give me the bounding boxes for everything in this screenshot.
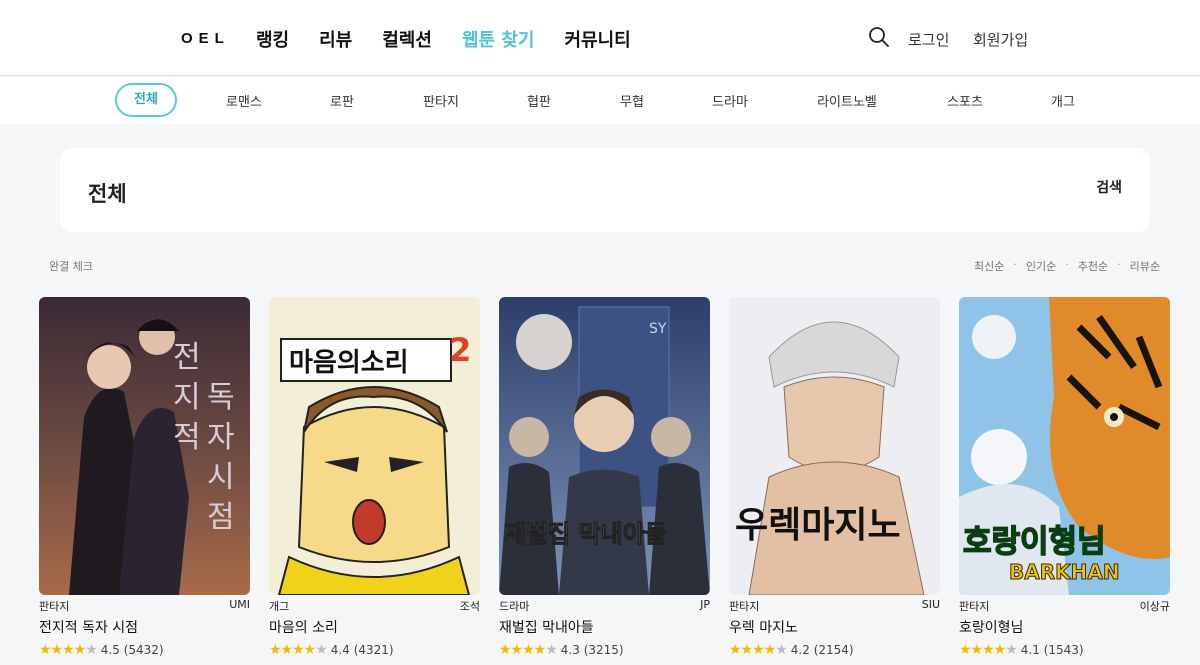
- webtoon-meta: 드라마 JP: [499, 598, 710, 614]
- webtoon-author: JP: [700, 598, 710, 611]
- genre-tab-romance[interactable]: 로맨스: [226, 91, 262, 110]
- cover-building-sign: SY: [649, 321, 667, 337]
- star-rating-icon: ★★★★★: [269, 642, 328, 658]
- sort-latest[interactable]: 최신순: [974, 258, 1004, 274]
- star-rating-icon: ★★★★★: [729, 642, 788, 658]
- genre-tab-hyeopan[interactable]: 협판: [527, 91, 551, 110]
- sort-popular[interactable]: 인기순: [1026, 258, 1056, 274]
- webtoon-rating: ★★★★★ 4.2 (2154): [729, 642, 940, 658]
- webtoon-card[interactable]: SY 재벌집 막내아들 드라마 JP 재벌집 막내아들 ★★★★★ 4.3 (3…: [499, 297, 710, 658]
- nav-community[interactable]: 커뮤니티: [564, 26, 630, 52]
- webtoon-cover[interactable]: SY 재벌집 막내아들: [499, 297, 710, 595]
- genre-tab-rofan[interactable]: 로판: [330, 91, 354, 110]
- genre-tab-light-novel[interactable]: 라이트노벨: [817, 91, 877, 110]
- separator: ·: [1117, 258, 1121, 271]
- webtoon-card[interactable]: 전 지 적 독 자 시 점 판타지 UMI 전지적 독자 시점 ★★★★★ 4.…: [39, 297, 250, 658]
- rating-value: 4.3: [560, 643, 580, 657]
- complete-check-toggle[interactable]: 완결 체크: [49, 258, 93, 274]
- search-icon[interactable]: [868, 26, 890, 48]
- webtoon-title[interactable]: 마음의 소리: [269, 617, 480, 637]
- cover-title-char: 지: [173, 380, 201, 415]
- webtoon-meta: 판타지 SIU: [729, 598, 940, 614]
- webtoon-meta: 개그 조석: [269, 598, 480, 614]
- cover-title-char: 자: [207, 420, 235, 455]
- webtoon-cover[interactable]: 전 지 적 독 자 시 점: [39, 297, 250, 595]
- page-title: 전체: [88, 182, 127, 206]
- webtoon-rating: ★★★★★ 4.4 (4321): [269, 642, 480, 658]
- cover-title: 재벌집 막내아들: [504, 520, 667, 548]
- signup-link[interactable]: 회원가입: [973, 29, 1028, 50]
- nav-collection[interactable]: 컬렉션: [382, 26, 432, 52]
- review-count: (5432): [123, 643, 164, 657]
- site-logo[interactable]: OEL: [181, 30, 230, 47]
- separator: ·: [1065, 258, 1069, 271]
- cover-volume: 2: [449, 331, 471, 369]
- cover-title-char: 독: [207, 380, 235, 415]
- webtoon-author: SIU: [921, 598, 940, 611]
- webtoon-cover[interactable]: 호랑이형님 BARKHAN: [959, 297, 1170, 595]
- webtoon-meta: 판타지 이상규: [959, 598, 1170, 614]
- webtoon-card[interactable]: 마음의소리 2 개그 조석 마음의 소리 ★★★★★ 4.4 (4321): [269, 297, 480, 658]
- cover-title-char: 점: [207, 500, 235, 535]
- webtoon-rating: ★★★★★ 4.1 (1543): [959, 642, 1170, 658]
- cover-title: 마음의소리: [289, 348, 409, 378]
- sort-options: 최신순 · 인기순 · 추천순 · 리뷰순: [974, 258, 1160, 274]
- webtoon-cover[interactable]: 우렉마지노: [729, 297, 940, 595]
- cover-subtitle: BARKHAN: [1009, 560, 1120, 584]
- webtoon-genre: 판타지: [959, 600, 990, 613]
- cover-title-char: 적: [173, 420, 201, 455]
- category-title-card: 전체 검색: [60, 148, 1150, 232]
- star-rating-icon: ★★★★★: [39, 642, 98, 658]
- genre-tab-fantasy[interactable]: 판타지: [423, 91, 459, 110]
- review-count: (4321): [353, 643, 394, 657]
- genre-tab-sports[interactable]: 스포츠: [947, 91, 983, 110]
- webtoon-card[interactable]: 호랑이형님 BARKHAN 판타지 이상규 호랑이형님 ★★★★★ 4.1 (1…: [959, 297, 1170, 658]
- webtoon-title[interactable]: 재벌집 막내아들: [499, 617, 710, 637]
- genre-tab-comedy[interactable]: 개그: [1051, 91, 1075, 110]
- webtoon-genre: 개그: [269, 600, 290, 613]
- star-rating-icon: ★★★★★: [959, 642, 1018, 658]
- rating-value: 4.5: [100, 643, 120, 657]
- rating-value: 4.4: [330, 643, 350, 657]
- webtoon-title[interactable]: 전지적 독자 시점: [39, 617, 250, 637]
- cover-title: 호랑이형님: [963, 524, 1106, 560]
- webtoon-title[interactable]: 우렉 마지노: [729, 617, 940, 637]
- review-count: (3215): [583, 643, 624, 657]
- genre-tabs: 전체 로맨스 로판 판타지 협판 무협 드라마 라이트노벨 스포츠 개그: [0, 77, 1200, 124]
- webtoon-author: UMI: [229, 598, 250, 611]
- nav-webtoon-search[interactable]: 웹툰 찾기: [462, 26, 535, 52]
- review-count: (2154): [813, 643, 854, 657]
- webtoon-author: 조석: [459, 600, 480, 613]
- nav-ranking[interactable]: 랭킹: [256, 26, 289, 52]
- rating-value: 4.1: [1020, 643, 1040, 657]
- separator: ·: [1013, 258, 1017, 271]
- webtoon-genre: 판타지: [39, 600, 70, 613]
- genre-tab-all[interactable]: 전체: [115, 83, 177, 117]
- top-navbar: OEL 랭킹 리뷰 컬렉션 웹툰 찾기 커뮤니티 로그인 회원가입: [0, 0, 1200, 76]
- search-button[interactable]: 검색: [1096, 177, 1122, 197]
- webtoon-title[interactable]: 호랑이형님: [959, 617, 1170, 637]
- webtoon-rating: ★★★★★ 4.3 (3215): [499, 642, 710, 658]
- webtoon-meta: 판타지 UMI: [39, 598, 250, 614]
- sort-recommended[interactable]: 추천순: [1078, 258, 1108, 274]
- login-link[interactable]: 로그인: [908, 29, 949, 50]
- webtoon-rating: ★★★★★ 4.5 (5432): [39, 642, 250, 658]
- cover-title-char: 시: [207, 460, 235, 495]
- webtoon-card[interactable]: 우렉마지노 판타지 SIU 우렉 마지노 ★★★★★ 4.2 (2154): [729, 297, 940, 658]
- genre-tab-martial[interactable]: 무협: [620, 91, 644, 110]
- webtoon-author: 이상규: [1139, 600, 1170, 613]
- main-nav: 랭킹 리뷰 컬렉션 웹툰 찾기 커뮤니티: [256, 26, 661, 52]
- sort-reviews[interactable]: 리뷰순: [1130, 258, 1160, 274]
- webtoon-cover[interactable]: 마음의소리 2: [269, 297, 480, 595]
- nav-review[interactable]: 리뷰: [319, 26, 352, 52]
- cover-title-char: 전: [173, 340, 201, 375]
- rating-value: 4.2: [790, 643, 810, 657]
- star-rating-icon: ★★★★★: [499, 642, 558, 658]
- genre-tab-drama[interactable]: 드라마: [712, 91, 748, 110]
- webtoon-genre: 드라마: [499, 600, 530, 613]
- webtoon-genre: 판타지: [729, 600, 760, 613]
- review-count: (1543): [1043, 643, 1084, 657]
- cover-title: 우렉마지노: [735, 504, 901, 546]
